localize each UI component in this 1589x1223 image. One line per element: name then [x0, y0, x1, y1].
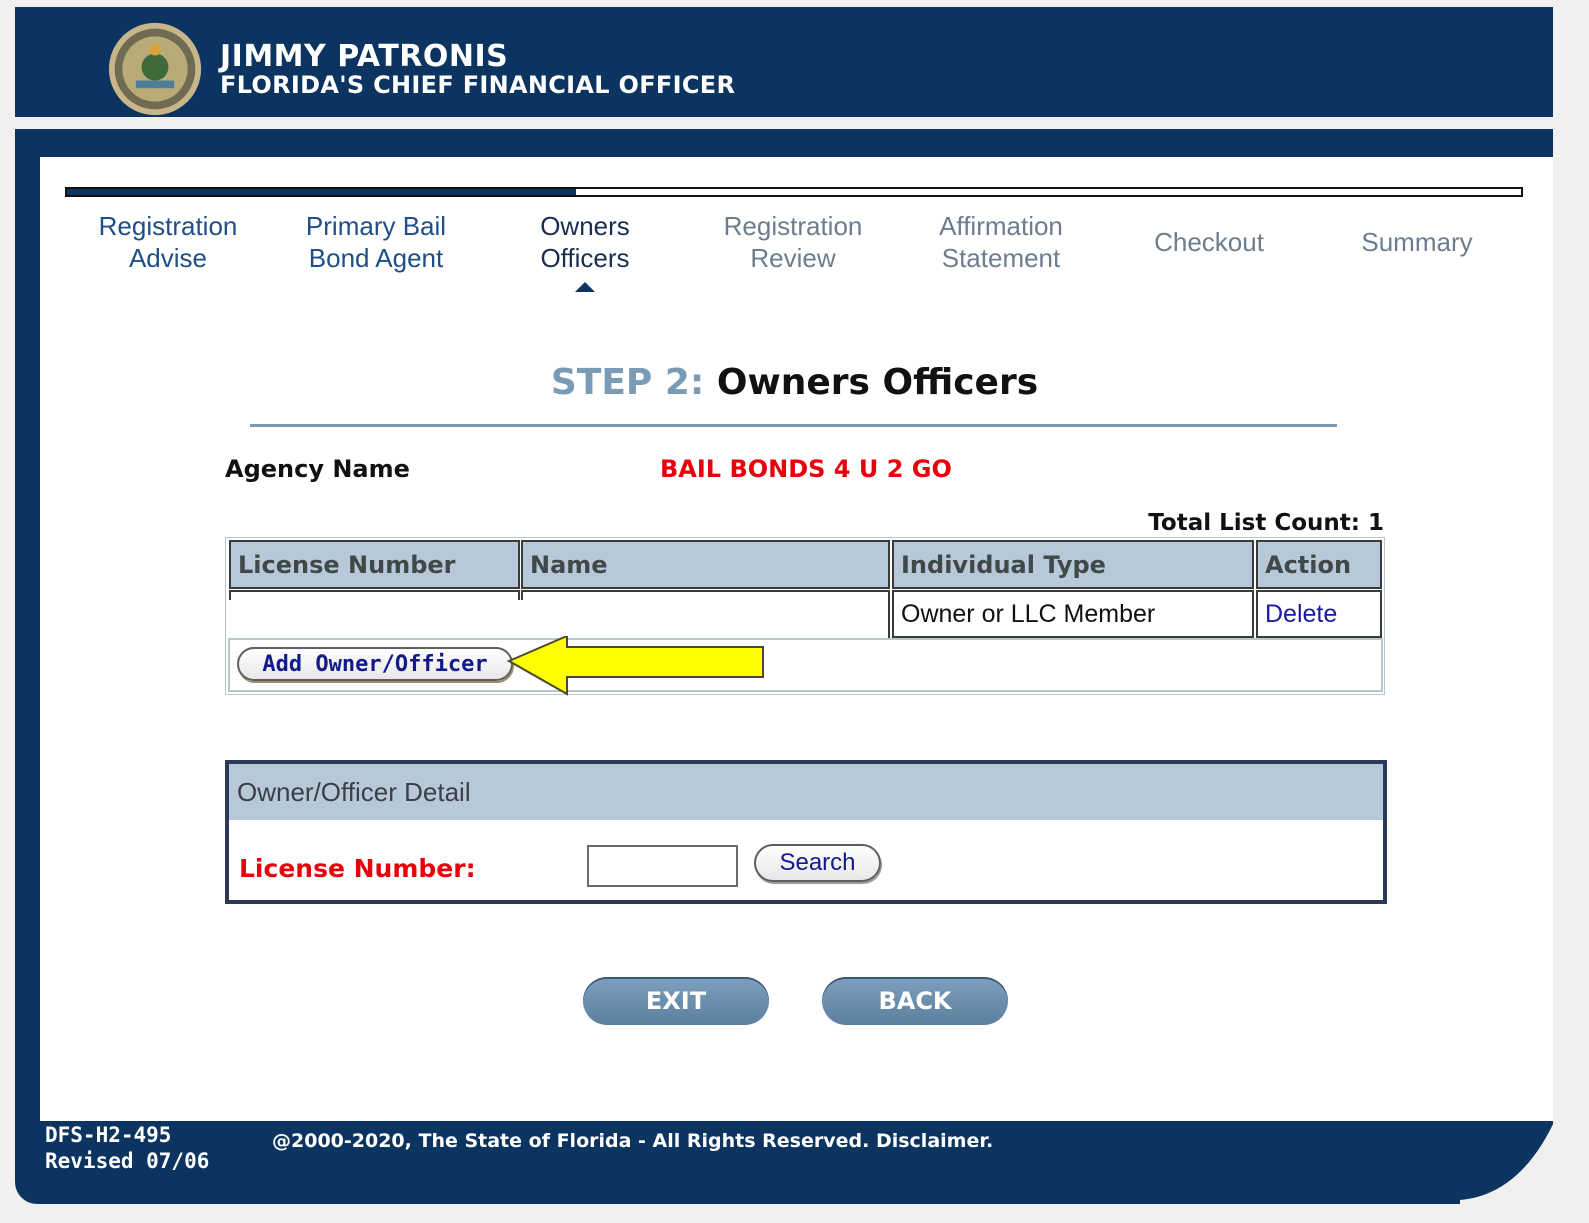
cell-individual-type: Owner or LLC Member [892, 590, 1254, 638]
column-header-action: Action [1256, 540, 1382, 589]
page-title: STEP 2: Owners Officers [0, 362, 1589, 403]
step-label-line2: Statement [941, 243, 1061, 273]
total-list-count: Total List Count: 1 [1148, 510, 1384, 536]
wizard-progress-bar [65, 187, 1523, 197]
column-header-name: Name [521, 540, 890, 589]
step-label-line2: Review [750, 243, 836, 273]
detail-panel-title: Owner/Officer Detail [229, 764, 1383, 820]
step-label-line2: Advise [128, 243, 208, 273]
highlight-arrow-icon [506, 636, 764, 696]
owner-officer-detail-panel: Owner/Officer Detail License Number: Sea… [225, 760, 1387, 904]
form-code-number: DFS-H2-495 [45, 1123, 172, 1147]
wizard-progress-fill [67, 189, 576, 195]
form-code: DFS-H2-495 Revised 07/06 [45, 1122, 209, 1174]
column-header-individual-type: Individual Type [892, 540, 1254, 589]
agency-name-value: BAIL BONDS 4 U 2 GO [660, 455, 952, 483]
official-name: JIMMY PATRONIS [220, 39, 509, 74]
back-button[interactable]: BACK [822, 977, 1008, 1025]
step-label-line1: Affirmation [939, 211, 1063, 241]
step-registration-advise[interactable]: Registration Advise [73, 210, 263, 274]
official-title: FLORIDA'S CHIEF FINANCIAL OFFICER [220, 71, 736, 99]
step-registration-review: Registration Review [698, 210, 888, 274]
step-label-line1: Owners [540, 211, 630, 241]
step-label-line1: Summary [1361, 227, 1473, 257]
current-step-caret-icon [575, 282, 595, 292]
step-name: Owners Officers [716, 362, 1039, 403]
step-checkout: Checkout [1114, 226, 1304, 258]
exit-button[interactable]: EXIT [583, 977, 769, 1025]
site-header: JIMMY PATRONIS FLORIDA'S CHIEF FINANCIAL… [15, 7, 1553, 117]
step-label-line2: Bond Agent [308, 243, 444, 273]
step-affirmation-statement: Affirmation Statement [906, 210, 1096, 274]
heading-divider [250, 424, 1337, 427]
step-summary: Summary [1322, 226, 1512, 258]
step-label-line2: Officers [540, 243, 630, 273]
step-number: STEP 2: [550, 362, 705, 403]
redaction-overlay [227, 600, 803, 638]
agency-name-label: Agency Name [225, 455, 410, 483]
step-label-line1: Checkout [1154, 227, 1264, 257]
step-owners-officers: Owners Officers [490, 210, 680, 274]
form-revised-date: Revised 07/06 [45, 1149, 210, 1173]
step-label-line1: Registration [723, 211, 863, 241]
delete-link[interactable]: Delete [1256, 590, 1382, 638]
step-primary-bail-bond-agent[interactable]: Primary Bail Bond Agent [281, 210, 471, 274]
copyright-text[interactable]: @2000-2020, The State of Florida - All R… [272, 1130, 993, 1152]
license-number-input[interactable] [587, 845, 738, 887]
add-owner-officer-button[interactable]: Add Owner/Officer [237, 647, 513, 681]
florida-cfo-seal-icon [108, 22, 202, 116]
step-label-line1: Primary Bail [305, 211, 447, 241]
column-header-license-number: License Number [229, 540, 520, 589]
search-button[interactable]: Search [754, 844, 881, 882]
corner-decoration [1460, 1120, 1560, 1210]
step-label-line1: Registration [98, 211, 238, 241]
license-number-label: License Number: [239, 854, 476, 883]
